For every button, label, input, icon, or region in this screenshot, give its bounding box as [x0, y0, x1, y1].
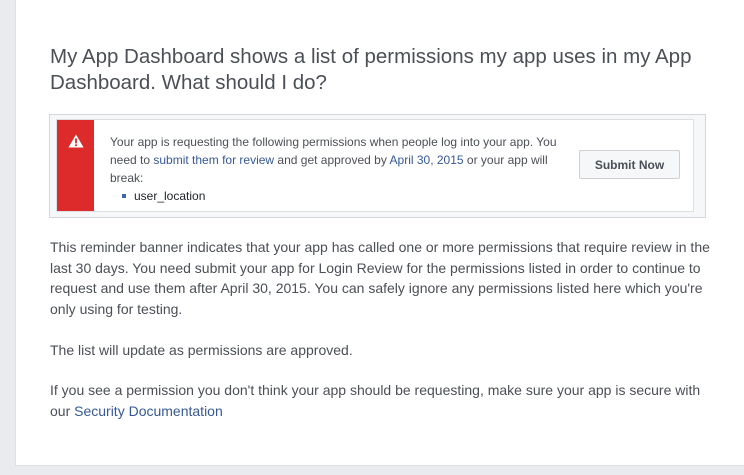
explanation-paragraph: This reminder banner indicates that your… [50, 239, 710, 317]
deadline-date-link[interactable]: April 30, 2015 [390, 153, 464, 167]
submit-now-button[interactable]: Submit Now [579, 150, 680, 179]
security-paragraph: If you see a permission you don't think … [50, 380, 720, 421]
permission-list: user_location [110, 187, 577, 205]
faq-question-title: My App Dashboard shows a list of permiss… [50, 45, 692, 94]
security-documentation-link[interactable]: Security Documentation [74, 403, 223, 419]
help-article-card: My App Dashboard shows a list of permiss… [15, 0, 744, 466]
list-item: user_location [120, 187, 577, 205]
permission-name: user_location [134, 189, 206, 203]
warning-triangle-icon [68, 134, 84, 148]
bullet-square-icon [122, 194, 126, 198]
submit-for-review-link[interactable]: submit them for review [153, 153, 274, 167]
banner-alert-strip [57, 120, 94, 211]
update-note-paragraph: The list will update as permissions are … [50, 342, 353, 358]
banner-preview-frame: Your app is requesting the following per… [49, 114, 706, 218]
banner-text-middle: and get approved by [274, 153, 390, 167]
banner-message: Your app is requesting the following per… [110, 133, 577, 205]
permissions-reminder-banner: Your app is requesting the following per… [56, 119, 694, 212]
